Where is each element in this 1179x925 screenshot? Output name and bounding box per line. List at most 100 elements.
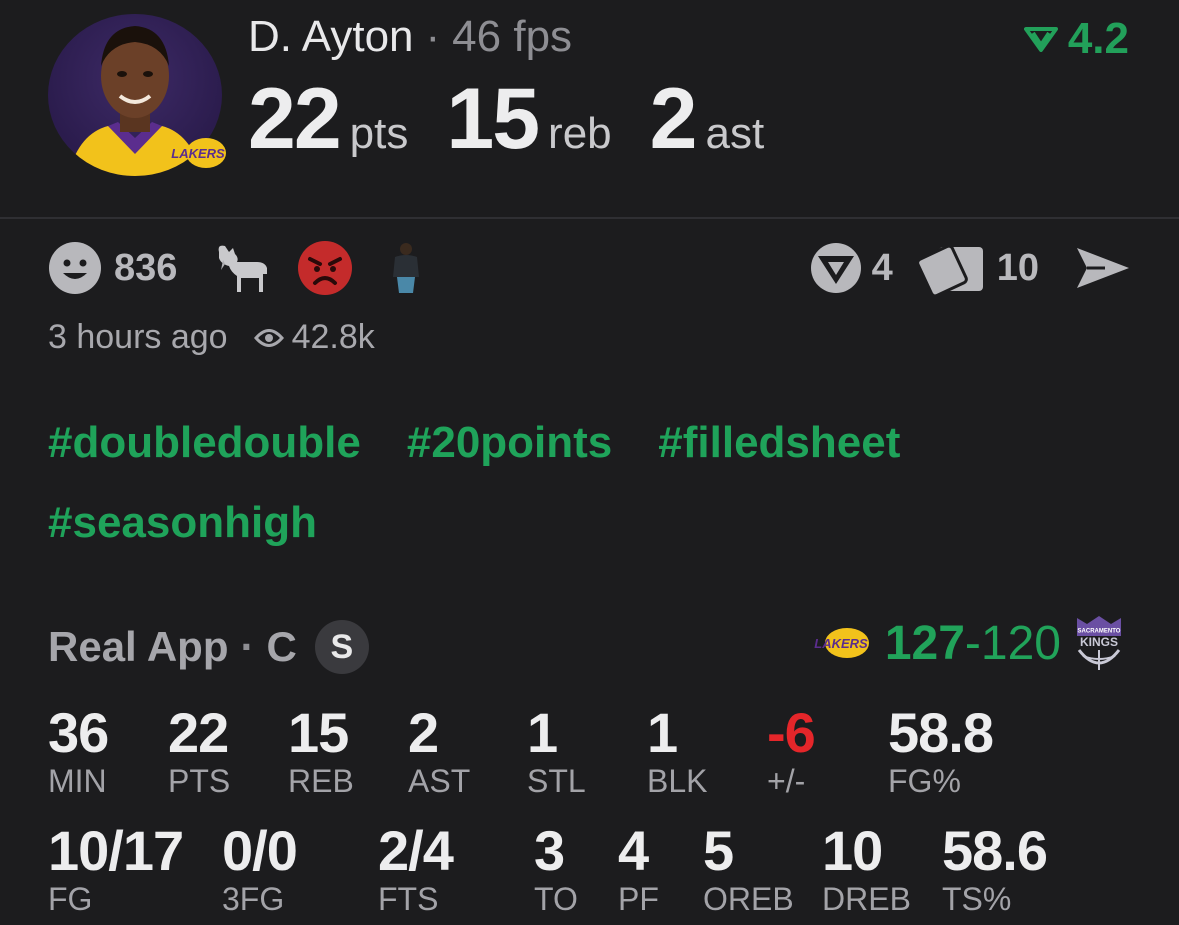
game-info: Real App · C S: [48, 620, 369, 674]
stat-label: PF: [618, 881, 659, 917]
stat-value: 3: [534, 819, 565, 882]
stat-value: 10: [822, 819, 883, 882]
prediction-icon[interactable]: [808, 240, 864, 296]
hashtag[interactable]: #20points: [407, 418, 612, 468]
stat-value: 10/17: [48, 819, 184, 882]
share-send-icon[interactable]: [1075, 244, 1131, 292]
stat-pf: 4 PF: [618, 818, 659, 918]
player-name[interactable]: D. Ayton: [248, 12, 414, 61]
rating-arrow-icon: [1023, 27, 1058, 52]
stat-to: 3 TO: [534, 818, 578, 918]
score-winner: 127: [884, 616, 965, 670]
time-ago: 3 hours ago: [48, 318, 228, 356]
hashtag-list: #doubledouble #20points #filledsheet #seaso…: [48, 418, 1148, 578]
rating-badge[interactable]: 4.2: [1023, 14, 1129, 64]
goat-icon[interactable]: [213, 242, 271, 294]
stat-3fg: 0/0 3FG: [222, 818, 298, 918]
smile-count: 836: [114, 246, 178, 289]
rating-value: 4.2: [1067, 14, 1129, 63]
stat-stl: 1 STL: [527, 700, 586, 800]
stat-value: 58.6: [942, 819, 1048, 882]
hashtag[interactable]: #seasonhigh: [48, 498, 317, 548]
stat-ts-pct: 58.6 TS%: [942, 818, 1048, 918]
headline-assists-unit: ast: [705, 109, 765, 158]
stat-fg: 10/17 FG: [48, 818, 184, 918]
player-name-line: D. Ayton · 46 fps: [248, 12, 572, 62]
stat-value: 58.8: [888, 701, 994, 764]
stat-label: DREB: [822, 881, 911, 917]
position-label: C: [266, 623, 297, 670]
person-sticker-icon[interactable]: [389, 241, 423, 295]
starter-badge: S: [314, 620, 369, 674]
reaction-bar: 836: [48, 240, 423, 296]
hashtag[interactable]: #filledsheet: [658, 418, 900, 468]
fantasy-points: 46 fps: [452, 12, 573, 61]
headline-assists-value: 2: [649, 71, 698, 167]
stat-oreb: 5 OREB: [703, 818, 794, 918]
stat-pts: 22 PTS: [168, 700, 230, 800]
stat-value: 2/4: [378, 819, 454, 882]
stat-value: 5: [703, 819, 734, 882]
stat-fts: 2/4 FTS: [378, 818, 454, 918]
score-text: 127-120: [885, 616, 1061, 671]
lakers-logo: LAKERS: [814, 628, 869, 658]
stat-label: BLK: [647, 763, 708, 799]
action-bar: 4 10: [808, 240, 1131, 296]
stat-label: 3FG: [222, 881, 285, 917]
stat-label: AST: [408, 763, 471, 799]
prediction-count: 4: [871, 246, 893, 289]
kings-logo: SACRAMENTO KINGS: [1077, 616, 1121, 670]
separator-dot: ·: [240, 623, 255, 670]
stat-label: REB: [288, 763, 354, 799]
score-dash: -: [964, 616, 981, 670]
stat-value: 1: [527, 701, 558, 764]
game-score[interactable]: LAKERS 127-120 SACRAMENTO KINGS: [811, 614, 1125, 672]
team-logo-lakers: LAKERS: [166, 136, 230, 175]
stat-label: FTS: [378, 881, 439, 917]
svg-text:LAKERS: LAKERS: [171, 146, 225, 161]
stat-value: 2: [408, 701, 439, 764]
stat-dreb: 10 DREB: [822, 818, 911, 918]
svg-text:KINGS: KINGS: [1080, 635, 1118, 649]
stat-min: 36 MIN: [48, 700, 109, 800]
header-divider: [0, 217, 1179, 219]
stat-value: 0/0: [222, 819, 298, 882]
headline-points-unit: pts: [349, 109, 409, 158]
stat-plus-minus: -6 +/-: [767, 700, 816, 800]
stat-label: TS%: [942, 881, 1012, 917]
headline-rebounds-value: 15: [446, 71, 540, 167]
separator-dot: ·: [425, 12, 441, 61]
stat-label: TO: [534, 881, 578, 917]
views: 42.8k: [253, 318, 375, 357]
stat-label: PTS: [168, 763, 231, 799]
stat-value: 4: [618, 819, 649, 882]
headline-rebounds-unit: reb: [548, 109, 612, 158]
smile-icon[interactable]: [48, 241, 102, 295]
eye-icon: [253, 328, 284, 347]
score-loser: 120: [980, 616, 1061, 670]
stat-reb: 15 REB: [288, 700, 354, 800]
stat-label: MIN: [48, 763, 107, 799]
stat-label: +/-: [767, 763, 806, 799]
stat-label: FG%: [888, 763, 961, 799]
svg-text:SACRAMENTO: SACRAMENTO: [1078, 629, 1121, 635]
cards-icon[interactable]: [918, 241, 989, 295]
post-meta: 3 hours ago 42.8k: [48, 318, 375, 357]
view-count: 42.8k: [291, 318, 375, 356]
stat-ast: 2 AST: [408, 700, 470, 800]
svg-text:LAKERS: LAKERS: [814, 636, 868, 651]
headline-points-value: 22: [248, 71, 342, 167]
hashtag[interactable]: #doubledouble: [48, 418, 361, 468]
stat-blk: 1 BLK: [647, 700, 707, 800]
cards-count: 10: [996, 246, 1039, 289]
stat-value: 22: [168, 701, 229, 764]
stat-fg-pct: 58.8 FG%: [888, 700, 994, 800]
stat-label: STL: [527, 763, 586, 799]
stat-label: OREB: [703, 881, 794, 917]
app-label: Real App: [48, 623, 229, 670]
stat-value: 1: [647, 701, 678, 764]
stat-value: 15: [288, 701, 349, 764]
headline-stats: 22 pts 15 reb 2 ast: [248, 70, 802, 169]
stat-label: FG: [48, 881, 93, 917]
angry-face-icon[interactable]: [297, 240, 353, 296]
